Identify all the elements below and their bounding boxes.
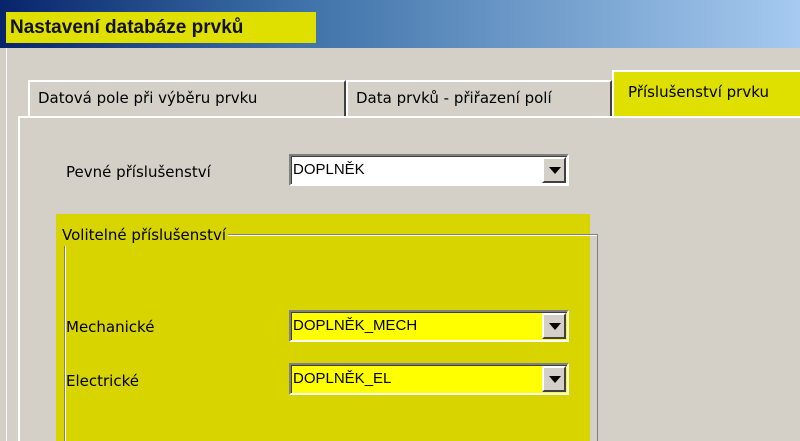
tab-field-mapping[interactable]: Data prvků - přiřazení polí xyxy=(346,80,612,116)
mechanical-value: DOPLNĚK_MECH xyxy=(293,317,418,334)
mechanical-combo[interactable]: DOPLNĚK_MECH xyxy=(289,310,569,342)
electrical-combo[interactable]: DOPLNĚK_EL xyxy=(289,363,569,395)
chevron-down-icon xyxy=(549,376,561,383)
window-title: Nastavení databáze prvků xyxy=(6,12,316,43)
chevron-down-icon xyxy=(549,323,561,330)
title-bar[interactable]: Nastavení databáze prvků xyxy=(0,0,800,48)
fixed-accessories-dropdown-button[interactable] xyxy=(542,157,566,183)
fixed-accessories-value: DOPLNĚK xyxy=(293,161,365,178)
electrical-value: DOPLNĚK_EL xyxy=(293,370,392,387)
electrical-dropdown-button[interactable] xyxy=(542,366,566,392)
tab-data-fields-selection[interactable]: Datová pole při výběru prvku xyxy=(28,80,346,116)
mechanical-label: Mechanické xyxy=(66,318,155,336)
optional-accessories-legend: Volitelné příslušenství xyxy=(60,224,229,246)
tab-strip: Datová pole při výběru prvku Data prvků … xyxy=(18,70,800,116)
chevron-down-icon xyxy=(549,167,561,174)
electrical-label: Electrické xyxy=(66,372,139,390)
tab-accessories[interactable]: Příslušenství prvku xyxy=(612,70,800,116)
fixed-accessories-label: Pevné příslušenství xyxy=(66,163,211,181)
settings-window: Nastavení databáze prvků Datová pole při… xyxy=(0,0,800,441)
mechanical-dropdown-button[interactable] xyxy=(542,313,566,339)
fixed-accessories-combo[interactable]: DOPLNĚK xyxy=(289,154,569,186)
